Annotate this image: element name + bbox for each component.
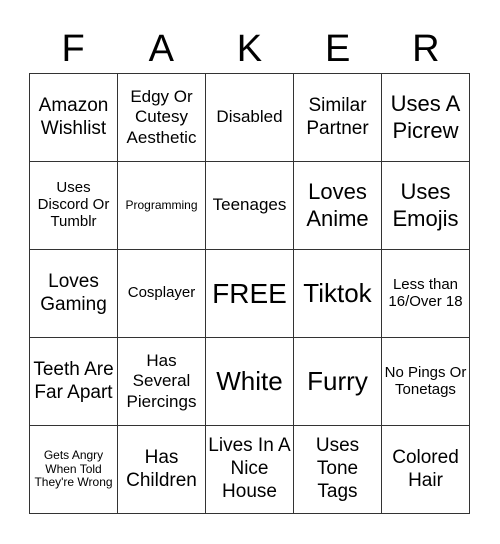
cell-label: Uses A Picrew (390, 91, 461, 143)
bingo-cell[interactable]: White (206, 338, 294, 426)
cell-label: Uses Discord Or Tumblr (37, 179, 110, 230)
header-letter-e: E (324, 28, 351, 70)
header-letter-r: R (412, 28, 440, 70)
bingo-cell[interactable]: Uses A Picrew (382, 74, 470, 162)
cell-label: Teenages (212, 195, 287, 215)
bingo-cell[interactable]: Cosplayer (118, 250, 206, 338)
cell-label: Lives In A Nice House (208, 435, 291, 502)
bingo-cell[interactable]: Uses Discord Or Tumblr (30, 162, 118, 250)
bingo-cell[interactable]: Gets Angry When Told They're Wrong (30, 426, 118, 514)
bingo-cell[interactable]: Similar Partner (294, 74, 382, 162)
bingo-cell[interactable]: Tiktok (294, 250, 382, 338)
bingo-cell[interactable]: Lives In A Nice House (206, 426, 294, 514)
bingo-cell[interactable]: Teenages (206, 162, 294, 250)
bingo-cell[interactable]: Has Children (118, 426, 206, 514)
cell-label: Colored Hair (392, 446, 459, 491)
cell-label: Disabled (216, 107, 283, 127)
cell-label: No Pings Or Tonetags (384, 363, 467, 398)
cell-label: Programming (125, 197, 198, 212)
cell-label: Loves Gaming (40, 270, 107, 315)
cell-label: Gets Angry When Told They're Wrong (34, 448, 113, 490)
bingo-grid: Amazon Wishlist Edgy Or Cutesy Aesthetic… (29, 73, 470, 514)
bingo-cell[interactable]: No Pings Or Tonetags (382, 338, 470, 426)
bingo-cell[interactable]: Loves Anime (294, 162, 382, 250)
header-letter-f: F (61, 28, 85, 70)
bingo-cell[interactable]: Disabled (206, 74, 294, 162)
bingo-cell[interactable]: Has Several Piercings (118, 338, 206, 426)
cell-label: Furry (307, 365, 368, 396)
bingo-cell[interactable]: Colored Hair (382, 426, 470, 514)
cell-label: Has Several Piercings (126, 350, 197, 411)
cell-label: Amazon Wishlist (38, 94, 109, 139)
bingo-header: F A K E R (29, 24, 470, 74)
cell-label: Loves Anime (306, 179, 369, 231)
cell-label: Less than 16/Over 18 (388, 275, 463, 310)
cell-label: Uses Tone Tags (315, 435, 360, 502)
bingo-cell[interactable]: Uses Emojis (382, 162, 470, 250)
cell-label: Cosplayer (127, 284, 196, 302)
cell-label: FREE (212, 277, 287, 309)
free-space[interactable]: FREE (206, 250, 294, 338)
bingo-cell[interactable]: Furry (294, 338, 382, 426)
bingo-cell[interactable]: Less than 16/Over 18 (382, 250, 470, 338)
cell-label: Teeth Are Far Apart (33, 358, 114, 403)
cell-label: Has Children (126, 446, 197, 491)
bingo-cell[interactable]: Edgy Or Cutesy Aesthetic (118, 74, 206, 162)
header-letter-k: K (236, 28, 263, 70)
bingo-cell[interactable]: Programming (118, 162, 206, 250)
bingo-cell[interactable]: Loves Gaming (30, 250, 118, 338)
bingo-cell[interactable]: Uses Tone Tags (294, 426, 382, 514)
cell-label: Tiktok (303, 277, 372, 308)
header-letter-a: A (148, 28, 174, 70)
bingo-cell[interactable]: Amazon Wishlist (30, 74, 118, 162)
cell-label: White (216, 365, 283, 396)
bingo-cell[interactable]: Teeth Are Far Apart (30, 338, 118, 426)
cell-label: Edgy Or Cutesy Aesthetic (126, 86, 197, 147)
cell-label: Similar Partner (306, 94, 369, 139)
cell-label: Uses Emojis (392, 179, 459, 231)
